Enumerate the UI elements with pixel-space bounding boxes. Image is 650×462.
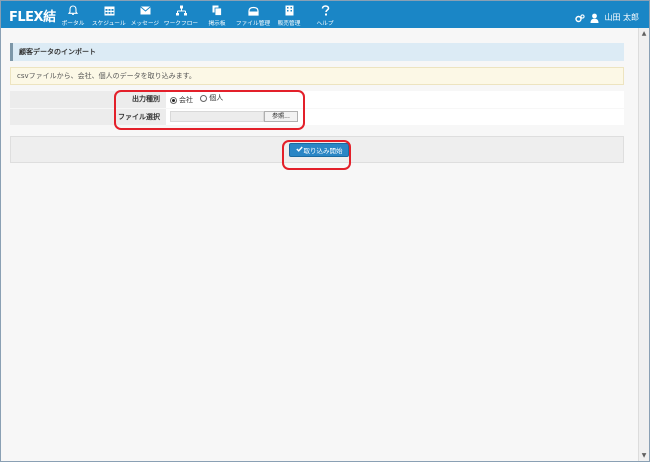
board-icon [211, 5, 223, 16]
app-logo[interactable]: FLEX結 [9, 6, 56, 25]
radio-individual-label: 個人 [209, 94, 224, 103]
nav-sales-label: 販売管理 [277, 20, 301, 27]
output-type-options: 会社 個人 [166, 91, 624, 108]
file-select-row: ファイル選択 参照... [10, 107, 624, 125]
question-icon [319, 5, 331, 16]
user-area: 山田 太郎 [575, 8, 639, 27]
calendar-icon [103, 5, 115, 16]
file-path-input[interactable] [170, 111, 264, 123]
action-bar: 取り込み開始 [10, 136, 624, 163]
nav-portal-label: ポータル [61, 20, 85, 27]
browse-button[interactable]: 参照... [264, 111, 298, 123]
radio-company-indicator[interactable] [170, 96, 177, 104]
nav-files[interactable]: ファイル管理 [235, 1, 271, 28]
nav-schedule[interactable]: スケジュール [91, 1, 127, 28]
nav-board-label: 掲示板 [208, 20, 226, 27]
radio-individual-indicator[interactable] [200, 94, 208, 102]
envelope-icon [139, 5, 151, 16]
file-select-label: ファイル選択 [10, 107, 166, 125]
file-select-field: 参照... [166, 107, 624, 125]
main-nav: ポータル スケジュール メッセージ ワークフロー 掲示板 ファイル管理 販売管理… [55, 1, 343, 28]
start-import-label: 取り込み開始 [303, 147, 343, 155]
nav-portal[interactable]: ポータル [55, 1, 91, 28]
nav-message-label: メッセージ [130, 20, 160, 27]
info-message: csvファイルから、会社、個人のデータを取り込みます。 [10, 67, 624, 85]
check-icon [295, 146, 303, 154]
top-navigation-bar: FLEX結 ポータル スケジュール メッセージ ワークフロー 掲示板 ファイル管… [1, 1, 649, 28]
workflow-icon [175, 5, 187, 16]
nav-message[interactable]: メッセージ [127, 1, 163, 28]
radio-company[interactable]: 会社 [170, 95, 193, 105]
building-icon [283, 5, 295, 16]
vertical-scrollbar[interactable]: ▲ ▼ [638, 28, 649, 461]
radio-company-label: 会社 [179, 96, 193, 105]
app-window: FLEX結 ポータル スケジュール メッセージ ワークフロー 掲示板 ファイル管… [0, 0, 650, 462]
nav-schedule-label: スケジュール [92, 20, 126, 27]
nav-sales[interactable]: 販売管理 [271, 1, 307, 28]
output-type-label: 出力種別 [10, 91, 166, 108]
import-panel: 顧客データのインポート csvファイルから、会社、個人のデータを取り込みます。 … [10, 43, 624, 163]
user-icon[interactable] [590, 8, 599, 27]
nav-workflow[interactable]: ワークフロー [163, 1, 199, 28]
nav-help-label: ヘルプ [316, 20, 334, 27]
scroll-up-arrow-icon[interactable]: ▲ [639, 28, 649, 39]
nav-workflow-label: ワークフロー [163, 20, 199, 27]
bell-icon [67, 5, 79, 16]
start-import-button[interactable]: 取り込み開始 [289, 143, 349, 157]
scroll-down-arrow-icon[interactable]: ▼ [639, 450, 649, 461]
nav-files-label: ファイル管理 [235, 20, 271, 27]
nav-help[interactable]: ヘルプ [307, 1, 343, 28]
output-type-row: 出力種別 会社 個人 [10, 91, 624, 108]
page-title: 顧客データのインポート [10, 43, 624, 61]
nav-board[interactable]: 掲示板 [199, 1, 235, 28]
file-chooser[interactable]: 参照... [170, 111, 298, 123]
user-name[interactable]: 山田 太郎 [604, 12, 639, 23]
settings-icon[interactable] [575, 8, 586, 27]
import-form: 出力種別 会社 個人 ファイル選択 参照... [10, 91, 624, 125]
folder-icon [247, 5, 259, 16]
radio-individual[interactable]: 個人 [200, 93, 223, 103]
